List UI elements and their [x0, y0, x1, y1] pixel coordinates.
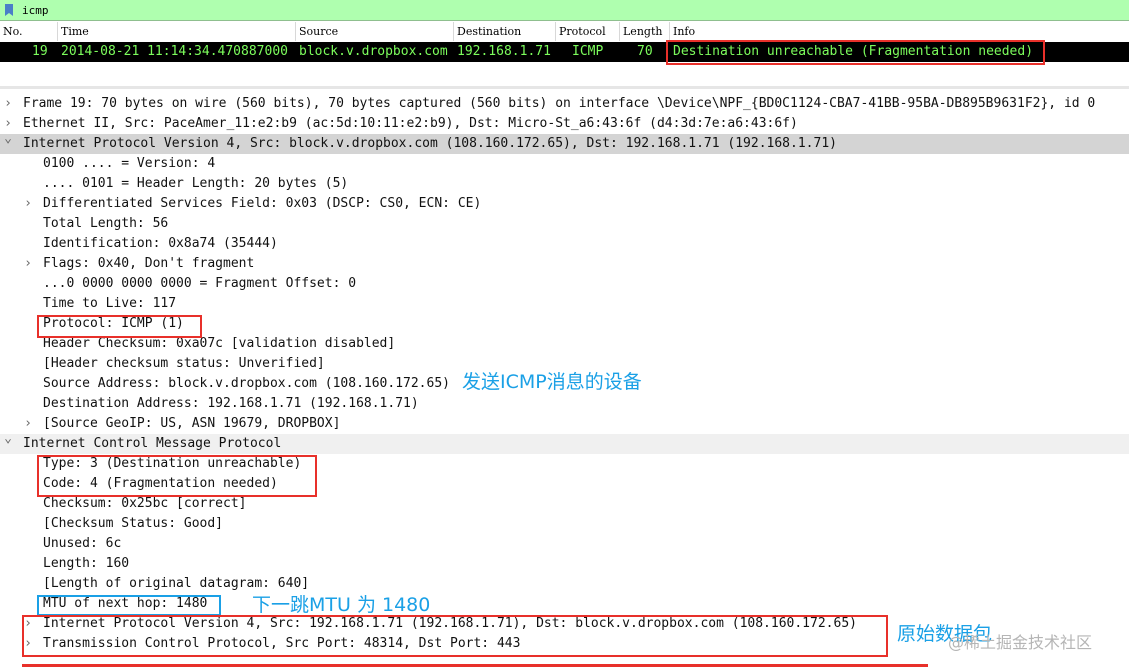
tree-row[interactable]: [Length of original datagram: 640] [0, 574, 1129, 594]
tree-row-label: Ethernet II, Src: PaceAmer_11:e2:b9 (ac:… [23, 116, 798, 131]
chevron-right-icon[interactable]: › [2, 94, 14, 114]
tree-row-label: .... 0101 = Header Length: 20 bytes (5) [43, 176, 349, 191]
column-header-no[interactable]: No. [0, 22, 58, 41]
bookmark-icon[interactable] [2, 2, 16, 18]
tree-row-label: ...0 0000 0000 0000 = Fragment Offset: 0 [43, 276, 357, 291]
tree-row[interactable]: ⌄ Internet Protocol Version 4, Src: block… [0, 131, 1129, 154]
tree-row-label: Internet Control Message Protocol [23, 436, 282, 451]
mtu-highlight-box [37, 595, 221, 616]
chevron-down-icon[interactable]: ⌄ [2, 129, 14, 149]
info-highlight-box [666, 40, 1045, 65]
tree-row-label: [Checksum Status: Good] [43, 516, 224, 531]
tree-row[interactable]: [Checksum Status: Good] [0, 514, 1129, 534]
tree-row-label: 0100 .... = Version: 4 [43, 156, 216, 171]
bottom-red-line [22, 664, 928, 667]
sender-device-note: 发送ICMP消息的设备 [462, 371, 642, 393]
tree-row[interactable]: ...0 0000 0000 0000 = Fragment Offset: 0 [0, 274, 1129, 294]
packet-protocol: ICMP [572, 44, 604, 59]
tree-row[interactable]: Destination Address: 192.168.1.71 (192.1… [0, 394, 1129, 414]
next-hop-mtu-note: 下一跳MTU 为 1480 [252, 594, 431, 616]
chevron-right-icon[interactable]: › [22, 194, 34, 214]
tree-row[interactable]: Unused: 6c [0, 534, 1129, 554]
packet-time: 2014-08-21 11:14:34.470887000 [61, 44, 288, 59]
tree-row[interactable]: Checksum: 0x25bc [correct] [0, 494, 1129, 514]
display-filter-input[interactable] [22, 3, 1102, 17]
tree-row-label: [Header checksum status: Unverified] [43, 356, 325, 371]
tree-row-label: Checksum: 0x25bc [correct] [43, 496, 247, 511]
tree-row[interactable]: Length: 160 [0, 554, 1129, 574]
tree-row-label: Time to Live: 117 [43, 296, 177, 311]
type-code-highlight-box [37, 455, 317, 497]
packet-length: 70 [637, 44, 653, 59]
column-header-length[interactable]: Length [620, 22, 670, 41]
tree-row[interactable]: ⌄ Internet Control Message Protocol [0, 431, 1129, 454]
tree-row[interactable]: Time to Live: 117 [0, 294, 1129, 314]
tree-row[interactable]: › Frame 19: 70 bytes on wire (560 bits), … [0, 94, 1129, 114]
tree-row[interactable]: › Flags: 0x40, Don't fragment [0, 254, 1129, 274]
packet-list-header: No. Time Source Destination Protocol Len… [0, 22, 1129, 41]
original-packet-highlight-box [22, 615, 888, 657]
tree-row-label: Destination Address: 192.168.1.71 (192.1… [43, 396, 419, 411]
column-header-time[interactable]: Time [58, 22, 296, 41]
packet-destination: 192.168.1.71 [457, 44, 551, 59]
tree-row-label: Length: 160 [43, 556, 130, 571]
tree-row[interactable]: › [Source GeoIP: US, ASN 19679, DROPBOX] [0, 414, 1129, 434]
watermark: @稀土掘金技术社区 [948, 633, 1093, 652]
tree-row-label: Frame 19: 70 bytes on wire (560 bits), 7… [23, 96, 1096, 111]
tree-row[interactable]: Total Length: 56 [0, 214, 1129, 234]
packet-source: block.v.dropbox.com [299, 44, 448, 59]
pane-divider [0, 86, 1129, 89]
tree-row[interactable]: › Differentiated Services Field: 0x03 (DS… [0, 194, 1129, 214]
column-header-info[interactable]: Info [670, 22, 1129, 41]
protocol-highlight-box [37, 315, 202, 338]
tree-row-label: Internet Protocol Version 4, Src: block.… [23, 136, 837, 151]
chevron-right-icon[interactable]: › [22, 414, 34, 434]
tree-row[interactable]: 0100 .... = Version: 4 [0, 154, 1129, 174]
chevron-down-icon[interactable]: ⌄ [2, 429, 14, 449]
tree-row-label: Total Length: 56 [43, 216, 169, 231]
tree-row[interactable]: › Ethernet II, Src: PaceAmer_11:e2:b9 (ac… [0, 114, 1129, 134]
tree-row[interactable]: Identification: 0x8a74 (35444) [0, 234, 1129, 254]
column-header-protocol[interactable]: Protocol [556, 22, 620, 41]
display-filter-bar [0, 0, 1129, 21]
column-header-destination[interactable]: Destination [454, 22, 556, 41]
tree-row-label: [Source GeoIP: US, ASN 19679, DROPBOX] [43, 416, 341, 431]
tree-row-label: Source Address: block.v.dropbox.com (108… [43, 376, 450, 391]
tree-row-label: Flags: 0x40, Don't fragment [43, 256, 255, 271]
column-header-source[interactable]: Source [296, 22, 454, 41]
packet-no: 19 [32, 44, 48, 59]
tree-row-label: Identification: 0x8a74 (35444) [43, 236, 278, 251]
tree-row-label: Differentiated Services Field: 0x03 (DSC… [43, 196, 482, 211]
chevron-right-icon[interactable]: › [22, 254, 34, 274]
tree-row[interactable]: .... 0101 = Header Length: 20 bytes (5) [0, 174, 1129, 194]
tree-row-label: Unused: 6c [43, 536, 122, 551]
